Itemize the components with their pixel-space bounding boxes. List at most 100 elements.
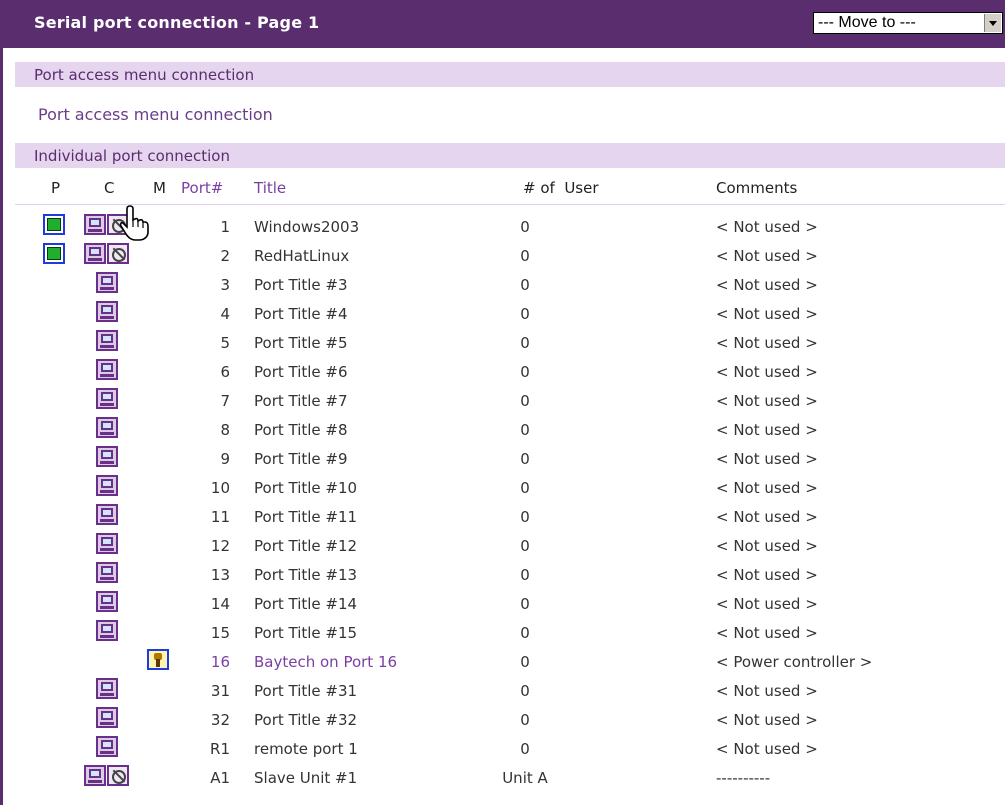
connect-terminal-icon[interactable]: [96, 591, 118, 612]
port-title: Port Title #3: [254, 276, 348, 294]
port-comment: < Power controller >: [716, 653, 873, 671]
user-count: 0: [520, 740, 530, 758]
connect-terminal-icon[interactable]: [84, 243, 106, 264]
connect-terminal-icon[interactable]: [96, 330, 118, 351]
connect-terminal-icon[interactable]: [96, 272, 118, 293]
col-header-comments: Comments: [716, 179, 798, 197]
user-count: 0: [520, 653, 530, 671]
user-count: 0: [520, 508, 530, 526]
table-row: 7 Port Title #7 0 < Not used >: [0, 387, 1005, 416]
port-number: 3: [220, 276, 230, 294]
port-title: Port Title #32: [254, 711, 358, 729]
port-number: R1: [210, 740, 230, 758]
table-row: 14 Port Title #14 0 < Not used >: [0, 590, 1005, 619]
page-header: Serial port connection - Page 1 --- Move…: [0, 0, 1005, 48]
port-title: Port Title #10: [254, 479, 358, 497]
section-title: Port access menu connection: [34, 66, 255, 84]
connect-terminal-icon[interactable]: [96, 446, 118, 467]
port-comment: < Not used >: [716, 421, 818, 439]
col-header-port[interactable]: Port#: [181, 179, 223, 197]
connect-terminal-icon[interactable]: [96, 388, 118, 409]
disconnect-icon[interactable]: [107, 243, 129, 264]
port-title: Windows2003: [254, 218, 360, 236]
col-header-p: P: [51, 179, 61, 197]
section-port-access-menu: Port access menu connection: [15, 62, 1005, 87]
user-count: 0: [520, 537, 530, 555]
port-number: 1: [220, 218, 230, 236]
table-row: 12 Port Title #12 0 < Not used >: [0, 532, 1005, 561]
header-divider: [15, 204, 1005, 205]
power-status-icon[interactable]: [43, 214, 65, 235]
connect-terminal-icon[interactable]: [96, 678, 118, 699]
port-number: 10: [210, 479, 230, 497]
connect-terminal-icon[interactable]: [96, 417, 118, 438]
port-number: 16: [210, 653, 230, 671]
port-title: Port Title #12: [254, 537, 358, 555]
table-row: 6 Port Title #6 0 < Not used >: [0, 358, 1005, 387]
table-row: R1 remote port 1 0 < Not used >: [0, 735, 1005, 764]
port-title: remote port 1: [254, 740, 358, 758]
user-count: 0: [520, 566, 530, 584]
port-title: Port Title #7: [254, 392, 348, 410]
port-title: Port Title #15: [254, 624, 358, 642]
port-number: 6: [220, 363, 230, 381]
port-comment: < Not used >: [716, 711, 818, 729]
port-comment: < Not used >: [716, 363, 818, 381]
port-number: 5: [220, 334, 230, 352]
disconnect-icon[interactable]: [107, 765, 129, 786]
user-count: 0: [520, 392, 530, 410]
port-number: 13: [210, 566, 230, 584]
col-header-users: # of User: [523, 179, 599, 197]
port-comment: < Not used >: [716, 624, 818, 642]
user-count: 0: [520, 305, 530, 323]
col-header-m: M: [153, 179, 166, 197]
connect-terminal-icon[interactable]: [96, 301, 118, 322]
connect-terminal-icon[interactable]: [96, 620, 118, 641]
chevron-down-icon[interactable]: [984, 14, 1001, 32]
col-header-title[interactable]: Title: [254, 179, 286, 197]
port-title: Port Title #4: [254, 305, 348, 323]
page-title: Serial port connection - Page 1: [34, 13, 320, 32]
port-access-menu-link[interactable]: Port access menu connection: [38, 105, 273, 124]
port-comment: < Not used >: [716, 218, 818, 236]
table-row: 8 Port Title #8 0 < Not used >: [0, 416, 1005, 445]
port-number: 12: [210, 537, 230, 555]
table-row: 9 Port Title #9 0 < Not used >: [0, 445, 1005, 474]
port-title: Port Title #9: [254, 450, 348, 468]
table-row: 5 Port Title #5 0 < Not used >: [0, 329, 1005, 358]
connect-terminal-icon[interactable]: [96, 707, 118, 728]
port-title: Port Title #31: [254, 682, 358, 700]
port-number: 7: [220, 392, 230, 410]
connect-terminal-icon[interactable]: [96, 533, 118, 554]
port-comment: < Not used >: [716, 740, 818, 758]
connect-terminal-icon[interactable]: [96, 562, 118, 583]
port-comment: < Not used >: [716, 479, 818, 497]
port-number: 14: [210, 595, 230, 613]
table-row: 4 Port Title #4 0 < Not used >: [0, 300, 1005, 329]
user-count: 0: [520, 421, 530, 439]
connect-terminal-icon[interactable]: [84, 214, 106, 235]
port-number: 4: [220, 305, 230, 323]
connect-terminal-icon[interactable]: [84, 765, 106, 786]
connect-terminal-icon[interactable]: [96, 475, 118, 496]
col-header-c: C: [104, 179, 115, 197]
port-title: Port Title #11: [254, 508, 358, 526]
move-to-select[interactable]: --- Move to ---: [813, 12, 1003, 34]
port-number: A1: [210, 769, 230, 787]
user-count: 0: [520, 363, 530, 381]
port-number: 31: [210, 682, 230, 700]
port-comment: < Not used >: [716, 392, 818, 410]
connect-terminal-icon[interactable]: [96, 504, 118, 525]
user-count: Unit A: [502, 769, 548, 787]
port-title[interactable]: Baytech on Port 16: [254, 653, 397, 671]
port-comment: < Not used >: [716, 537, 818, 555]
move-to-value: --- Move to ---: [818, 14, 916, 31]
connect-terminal-icon[interactable]: [96, 736, 118, 757]
port-number: 9: [220, 450, 230, 468]
port-comment: < Not used >: [716, 595, 818, 613]
hand-cursor-icon: [119, 205, 149, 241]
connect-terminal-icon[interactable]: [96, 359, 118, 380]
user-count: 0: [520, 218, 530, 236]
port-number: 15: [210, 624, 230, 642]
power-status-icon[interactable]: [43, 243, 65, 264]
